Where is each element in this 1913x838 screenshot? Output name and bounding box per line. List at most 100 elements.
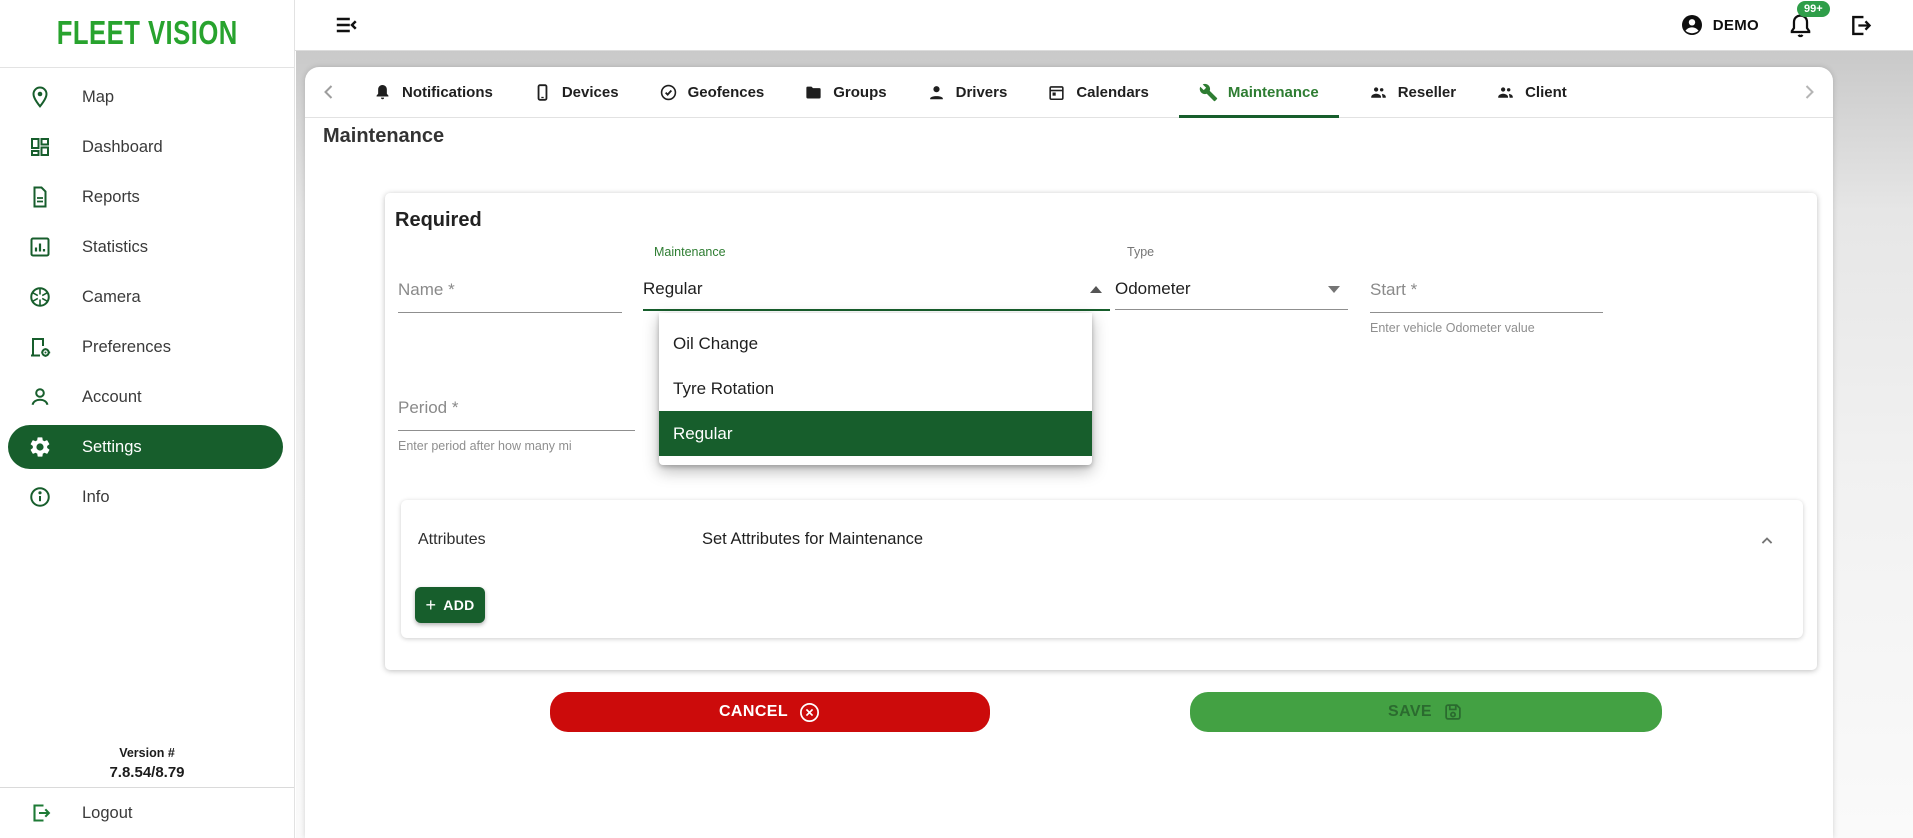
tab-label: Calendars [1076,83,1149,101]
sidebar-item-camera[interactable]: Camera [0,272,294,322]
sidebar-item-info[interactable]: Info [0,472,294,522]
tab-label: Drivers [955,83,1008,101]
sidebar-item-map[interactable]: Map [0,72,294,122]
tab-calendars[interactable]: Calendars [1027,67,1169,117]
circle-check-icon [659,83,678,102]
topbar: DEMO 99+ [295,0,1913,51]
sidebar-item-reports[interactable]: Reports [0,172,294,222]
logout-icon[interactable] [1846,12,1873,39]
maintenance-select-label: Maintenance [654,245,726,259]
sidebar-item-label: Camera [82,287,141,306]
type-select[interactable]: Odometer [1115,279,1348,310]
tab-label: Groups [833,83,887,101]
tab-notifications[interactable]: Notifications [353,67,513,117]
sidebar-menu: Map Dashboard Reports Statistics Camera … [0,72,294,522]
people-icon [1369,83,1388,102]
version-value: 7.8.54/8.79 [109,764,185,781]
notification-count-badge: 99+ [1797,0,1830,17]
info-icon [28,485,52,509]
user-menu[interactable]: DEMO [1680,13,1759,37]
wrench-icon [1199,83,1218,102]
sidebar-item-label: Account [82,387,142,406]
sidebar-item-label: Dashboard [82,137,163,156]
sidebar: FLEET VISION Map Dashboard Reports Stati… [0,0,295,838]
tab-geofences[interactable]: Geofences [639,67,785,117]
dropdown-option-oil-change[interactable]: Oil Change [659,321,1092,366]
account-circle-icon [1680,13,1704,37]
sidebar-item-settings[interactable]: Settings [8,425,283,469]
person-icon [28,385,52,409]
logout-label: Logout [82,803,133,822]
sidebar-item-dashboard[interactable]: Dashboard [0,122,294,172]
start-input[interactable] [1370,280,1603,313]
smartphone-icon [533,83,552,102]
version-block: Version # 7.8.54/8.79 [0,746,294,781]
notifications-button[interactable]: 99+ [1787,0,1830,39]
tabs-scroll-left-icon[interactable] [317,80,341,104]
start-hint: Enter vehicle Odometer value [1370,321,1535,335]
type-select-value: Odometer [1115,279,1191,298]
exit-icon [28,801,52,825]
name-input[interactable] [398,280,622,313]
attributes-description: Set Attributes for Maintenance [702,530,924,548]
attributes-title: Attributes [418,531,486,548]
brand-logo: FLEET VISION [0,0,294,68]
folder-icon [804,83,823,102]
tab-label: Reseller [1397,83,1457,101]
brand-logo-text: FLEET VISION [56,14,238,52]
save-button-label: SAVE [1388,703,1432,720]
tab-groups[interactable]: Groups [784,67,906,117]
person-icon [927,83,946,102]
tab-label: Geofences [687,83,765,101]
sidebar-item-preferences[interactable]: Preferences [0,322,294,372]
attributes-panel[interactable]: Attributes Set Attributes for Maintenanc… [401,500,1803,638]
dropdown-option-regular[interactable]: Regular [659,411,1092,456]
sidebar-item-label: Preferences [82,337,171,356]
add-attribute-button[interactable]: + ADD [415,587,485,623]
map-pin-icon [28,85,52,109]
sidebar-item-label: Statistics [82,237,149,256]
sidebar-item-statistics[interactable]: Statistics [0,222,294,272]
tab-label: Client [1525,83,1567,101]
sidebar-item-label: Reports [82,187,140,206]
tab-reseller[interactable]: Reseller [1349,67,1476,117]
dropdown-option-tyre-rotation[interactable]: Tyre Rotation [659,366,1092,411]
tab-label: Devices [561,83,619,101]
calendar-icon [1047,83,1066,102]
statistics-chart-icon [28,235,52,259]
type-select-label: Type [1127,245,1155,259]
required-section-title: Required [395,209,482,231]
maintenance-dropdown-menu: Oil Change Tyre Rotation Regular [659,313,1092,465]
save-button[interactable]: SAVE [1190,692,1662,732]
tabs-scroll-right-icon[interactable] [1797,80,1821,104]
dashboard-grid-icon [28,135,52,159]
sidebar-item-account[interactable]: Account [0,372,294,422]
required-form-card: Required Maintenance Regular Type Odomet… [385,193,1817,670]
user-name: DEMO [1712,16,1759,34]
cancel-circle-x-icon [798,701,821,724]
report-document-icon [28,185,52,209]
tab-devices[interactable]: Devices [513,67,639,117]
sidebar-item-label: Map [82,87,115,106]
tab-client[interactable]: Client [1476,67,1587,117]
tab-maintenance[interactable]: Maintenance [1169,67,1349,118]
sidebar-logout[interactable]: Logout [0,788,294,838]
period-hint: Enter period after how many mi [398,439,572,453]
save-floppy-icon [1442,701,1464,723]
content-card: Notifications Devices Geofences Groups D… [305,67,1833,838]
app-window: FLEET VISION Map Dashboard Reports Stati… [0,0,1913,838]
page-title: Maintenance [323,125,445,147]
menu-collapse-icon[interactable] [333,12,359,38]
chevron-up-icon[interactable] [1757,531,1777,551]
people-icon [1496,83,1515,102]
period-input[interactable] [398,398,635,431]
topbar-actions: DEMO 99+ [1680,0,1913,39]
cancel-button[interactable]: CANCEL [550,692,990,732]
maintenance-select[interactable]: Regular [643,279,1110,311]
tab-label: Notifications [402,83,493,101]
bell-icon [373,83,392,102]
version-label: Version # [119,746,175,760]
tab-label: Maintenance [1227,83,1319,101]
tab-drivers[interactable]: Drivers [907,67,1028,117]
preferences-icon [28,335,52,359]
